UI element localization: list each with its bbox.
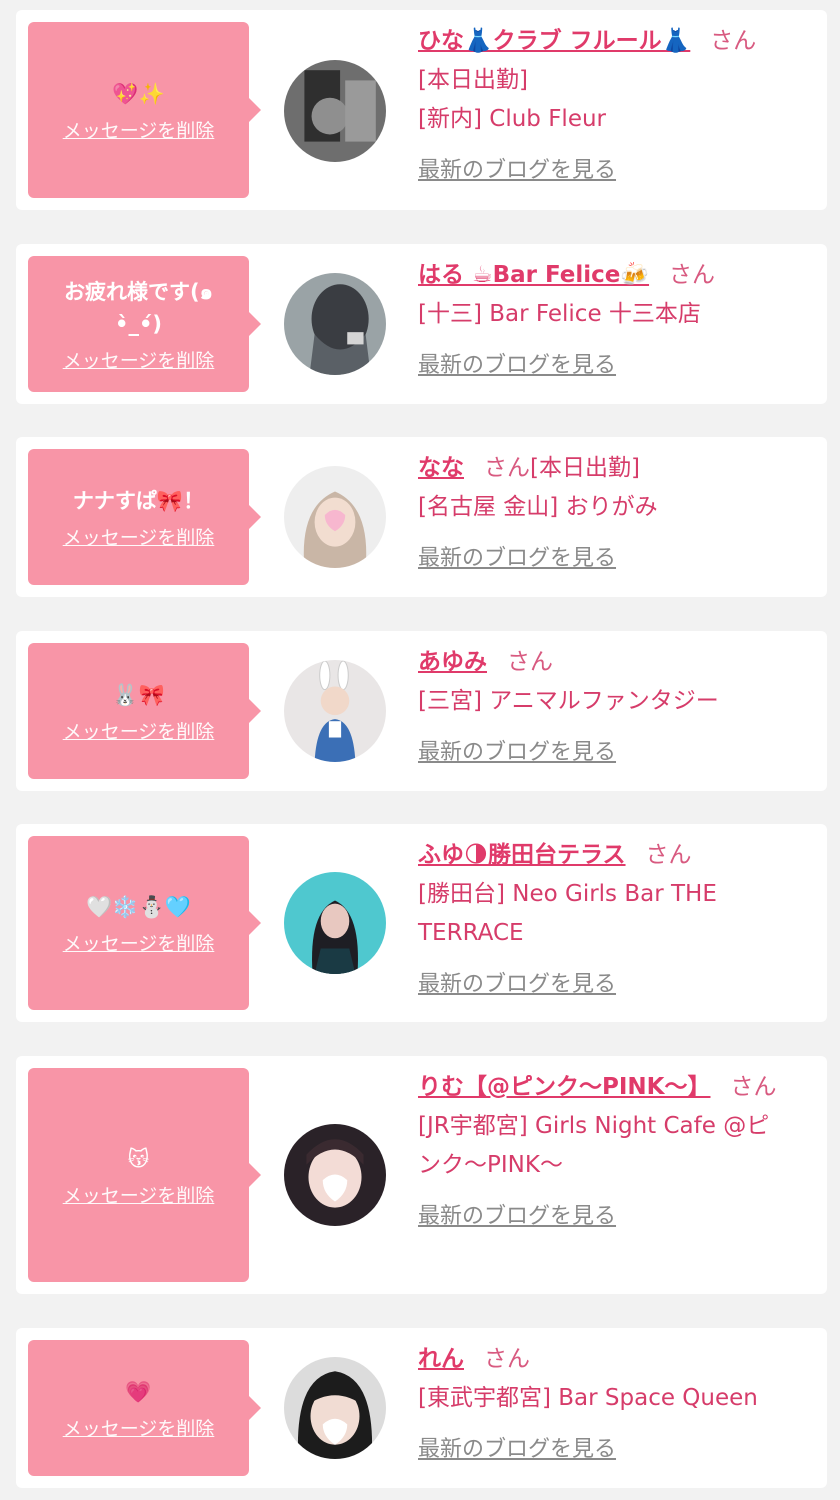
favorite-card: 🐰🎀 メッセージを削除 あゆみ さん [三宮] アニマルファンタジー 最新のブログ… xyxy=(16,631,827,791)
latest-blog-link[interactable]: 最新のブログを見る xyxy=(418,1430,616,1469)
avatar[interactable] xyxy=(284,60,386,162)
message-bubble: 💗 メッセージを削除 xyxy=(28,1340,261,1476)
message-text: 😽 xyxy=(127,1146,150,1171)
avatar-photo-icon xyxy=(284,466,386,568)
shop-text: [三宮] アニマルファンタジー xyxy=(418,688,719,714)
favorite-card: 🤍❄️⛄🩵 メッセージを削除 ふゆ🌗勝田台テラス さん [勝田台] Neo Gir… xyxy=(16,824,827,1022)
favorites-list: 💖✨ メッセージを削除 ひな👗クラブ フルール👗 さん [本日出勤] [新内] C… xyxy=(0,0,840,1500)
honorific: さん xyxy=(484,1346,530,1372)
favorite-card: 💗 メッセージを削除 れん さん [東武宇都宮] Bar Space Queen … xyxy=(16,1328,827,1488)
avatar[interactable] xyxy=(284,1357,386,1459)
message-text: 🐰🎀 xyxy=(112,682,165,707)
message-text: お疲れ様です(๑ •̀_•́) xyxy=(64,279,213,336)
shop-text: TERRACE xyxy=(418,920,524,946)
avatar-photo-icon xyxy=(284,660,386,762)
honorific: さん xyxy=(645,842,692,868)
shop-text: [十三] Bar Felice 十三本店 xyxy=(418,301,701,327)
avatar[interactable] xyxy=(284,466,386,568)
latest-blog-link[interactable]: 最新のブログを見る xyxy=(418,733,616,772)
favorite-card: 😽 メッセージを削除 りむ【@ピンク〜PINK〜】 さん [JR宇都宮] Girl… xyxy=(16,1056,827,1294)
message-text: ナナすぱ🎀！ xyxy=(72,488,205,513)
shop-text: ンク〜PINK〜 xyxy=(418,1152,563,1178)
message-bubble: ナナすぱ🎀！ メッセージを削除 xyxy=(28,449,261,585)
honorific: さん xyxy=(484,455,530,481)
message-bubble: 💖✨ メッセージを削除 xyxy=(28,22,261,198)
latest-blog-link[interactable]: 最新のブログを見る xyxy=(418,965,616,1004)
cast-name-link[interactable]: はる ☕Bar Felice🍻 xyxy=(418,262,649,288)
avatar-photo-icon xyxy=(284,1357,386,1459)
honorific: さん xyxy=(669,262,716,288)
status-text: [本日出勤] xyxy=(418,67,528,93)
honorific: さん xyxy=(507,649,553,675)
latest-blog-link[interactable]: 最新のブログを見る xyxy=(418,1197,616,1236)
status-text: [本日出勤] xyxy=(530,455,640,481)
shop-text: [名古屋 金山] おりがみ xyxy=(418,494,658,520)
favorite-card: ナナすぱ🎀！ メッセージを削除 なな さん[本日出勤] [名古屋 金山] おりがみ… xyxy=(16,437,827,597)
cast-name-link[interactable]: ひな👗クラブ フルール👗 xyxy=(418,28,690,54)
avatar[interactable] xyxy=(284,660,386,762)
avatar-photo-icon xyxy=(284,273,386,375)
message-text: 💖✨ xyxy=(112,81,165,106)
avatar[interactable] xyxy=(284,273,386,375)
shop-text: [東武宇都宮] Bar Space Queen xyxy=(418,1385,758,1411)
latest-blog-link[interactable]: 最新のブログを見る xyxy=(418,346,616,385)
delete-message-link[interactable]: メッセージを削除 xyxy=(63,1414,215,1441)
cast-name-link[interactable]: ふゆ🌗勝田台テラス xyxy=(418,842,626,868)
cast-info: りむ【@ピンク〜PINK〜】 さん [JR宇都宮] Girls Night Caf… xyxy=(418,1068,809,1236)
delete-message-link[interactable]: メッセージを削除 xyxy=(63,346,215,373)
cast-info: ふゆ🌗勝田台テラス さん [勝田台] Neo Girls Bar THE TERR… xyxy=(418,836,809,1004)
message-bubble: 😽 メッセージを削除 xyxy=(28,1068,261,1282)
avatar[interactable] xyxy=(284,1124,386,1226)
cast-info: なな さん[本日出勤] [名古屋 金山] おりがみ 最新のブログを見る xyxy=(418,449,809,578)
favorite-card: お疲れ様です(๑ •̀_•́) メッセージを削除 はる ☕Bar Felice🍻… xyxy=(16,244,827,404)
cast-info: れん さん [東武宇都宮] Bar Space Queen 最新のブログを見る xyxy=(418,1340,809,1469)
cast-name-link[interactable]: あゆみ xyxy=(418,649,487,675)
message-text: 💗 xyxy=(125,1379,152,1404)
cast-name-link[interactable]: りむ【@ピンク〜PINK〜】 xyxy=(418,1074,711,1100)
cast-name-link[interactable]: れん xyxy=(418,1346,464,1372)
honorific: さん xyxy=(710,28,757,54)
shop-text: [新内] Club Fleur xyxy=(418,106,606,132)
latest-blog-link[interactable]: 最新のブログを見る xyxy=(418,151,616,190)
avatar-photo-icon xyxy=(284,60,386,162)
honorific: さん xyxy=(730,1074,777,1100)
delete-message-link[interactable]: メッセージを削除 xyxy=(63,929,215,956)
latest-blog-link[interactable]: 最新のブログを見る xyxy=(418,539,616,578)
delete-message-link[interactable]: メッセージを削除 xyxy=(63,523,215,550)
avatar-photo-icon xyxy=(284,1124,386,1226)
message-bubble: お疲れ様です(๑ •̀_•́) メッセージを削除 xyxy=(28,256,261,392)
delete-message-link[interactable]: メッセージを削除 xyxy=(63,116,215,143)
avatar-photo-icon xyxy=(284,872,386,974)
cast-info: ひな👗クラブ フルール👗 さん [本日出勤] [新内] Club Fleur 最新… xyxy=(418,22,809,190)
shop-text: [JR宇都宮] Girls Night Cafe @ピ xyxy=(418,1113,770,1139)
delete-message-link[interactable]: メッセージを削除 xyxy=(63,1181,215,1208)
message-text: 🤍❄️⛄🩵 xyxy=(86,894,191,919)
delete-message-link[interactable]: メッセージを削除 xyxy=(63,717,215,744)
favorite-card: 💖✨ メッセージを削除 ひな👗クラブ フルール👗 さん [本日出勤] [新内] C… xyxy=(16,10,827,210)
message-bubble: 🐰🎀 メッセージを削除 xyxy=(28,643,261,779)
cast-info: はる ☕Bar Felice🍻 さん [十三] Bar Felice 十三本店 最… xyxy=(418,256,809,385)
cast-name-link[interactable]: なな xyxy=(418,455,464,481)
avatar[interactable] xyxy=(284,872,386,974)
cast-info: あゆみ さん [三宮] アニマルファンタジー 最新のブログを見る xyxy=(418,643,809,772)
message-bubble: 🤍❄️⛄🩵 メッセージを削除 xyxy=(28,836,261,1010)
shop-text: [勝田台] Neo Girls Bar THE xyxy=(418,881,717,907)
